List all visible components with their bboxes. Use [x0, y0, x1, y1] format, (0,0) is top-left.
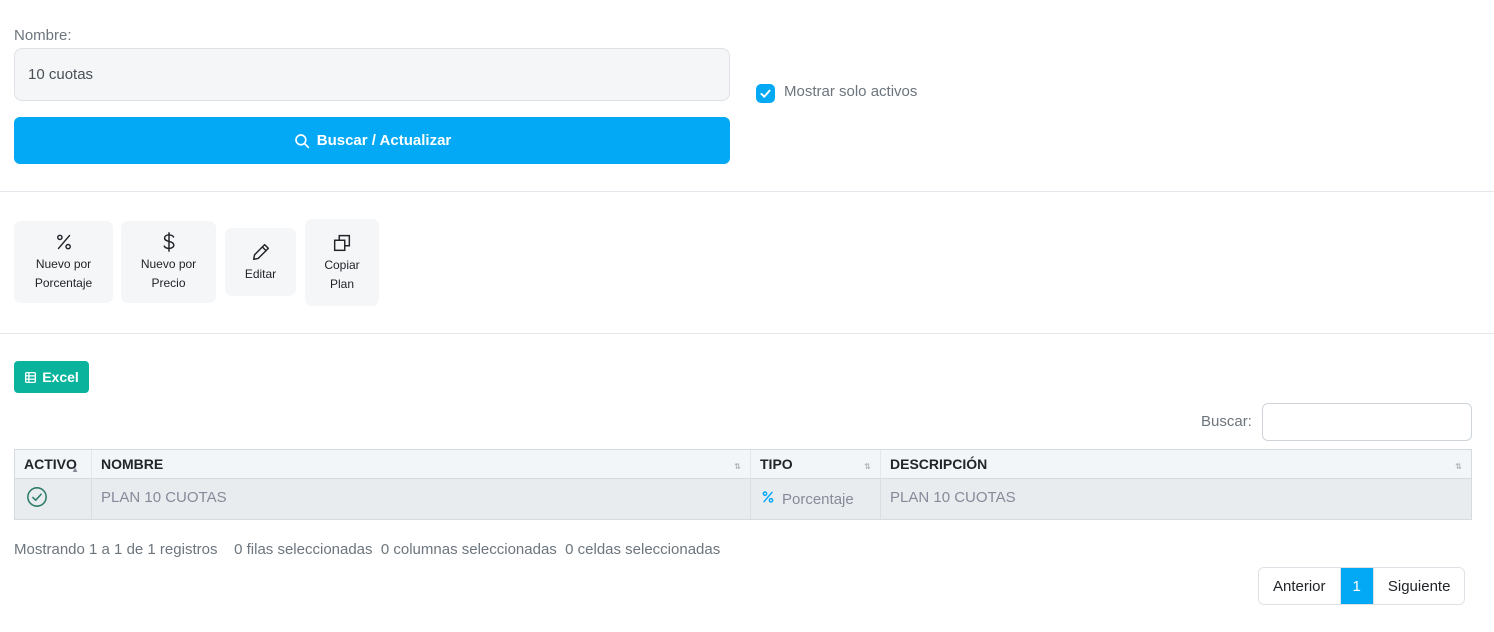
sort-icon: ⇅ [864, 462, 871, 471]
cell-nombre: PLAN 10 CUOTAS [92, 479, 751, 519]
table-search-label: Buscar: [1201, 413, 1252, 430]
buscar-actualizar-label: Buscar / Actualizar [316, 132, 452, 149]
buscar-actualizar-button[interactable]: Buscar / Actualizar [14, 117, 730, 164]
mostrar-solo-activos-toggle[interactable]: Mostrar solo activos [756, 80, 917, 103]
sort-icon: ⇅ [734, 462, 741, 471]
page-1-button[interactable]: 1 [1339, 568, 1373, 604]
cell-tipo: Porcentaje [751, 479, 881, 519]
action-label-line1: Nuevo por [35, 257, 92, 271]
sort-asc-icon: ▲ [71, 465, 79, 474]
cell-activo [15, 479, 92, 519]
solo-activos-label: Mostrar solo activos [784, 83, 918, 100]
percent-icon [762, 491, 774, 503]
excel-label: Excel [42, 369, 79, 385]
nombre-input[interactable] [14, 48, 730, 101]
solo-activos-checkbox[interactable] [756, 84, 775, 103]
planes-table: ACTIVO ▲ NOMBRE ⇅ TIPO ⇅ DESCRIPCIÓN ⇅ P… [14, 449, 1472, 520]
nuevo-por-precio-button[interactable]: Nuevo por Precio [121, 221, 216, 303]
search-icon [294, 133, 309, 148]
col-header-activo[interactable]: ACTIVO ▲ [15, 450, 92, 479]
check-circle-icon [27, 487, 47, 507]
pagination: Anterior 1 Siguiente [1258, 567, 1466, 605]
action-label-line2: Precio [151, 276, 186, 290]
col-header-label: TIPO [760, 456, 793, 472]
action-label-line2: Porcentaje [34, 276, 93, 290]
file-excel-icon [25, 371, 37, 383]
copy-icon [333, 234, 351, 251]
col-header-nombre[interactable]: NOMBRE ⇅ [92, 450, 751, 479]
col-header-descripcion[interactable]: DESCRIPCIÓN ⇅ [881, 450, 1471, 479]
prev-page-button[interactable]: Anterior [1259, 568, 1340, 604]
action-label-line1: Editar [244, 266, 277, 281]
action-label-line2: Plan [329, 276, 355, 291]
tipo-label: Porcentaje [782, 491, 854, 508]
table-row[interactable]: PLAN 10 CUOTAS Porcentaje PLAN 10 CUOTAS [15, 479, 1471, 519]
action-label-line1: Copiar [324, 257, 360, 272]
sort-icon: ⇅ [1455, 462, 1462, 471]
table-info-text: Mostrando 1 a 1 de 1 registros 0 filas s… [14, 541, 721, 558]
nombre-label: Nombre: [14, 27, 72, 44]
col-header-label: ACTIVO [24, 456, 77, 472]
pencil-icon [252, 243, 269, 260]
col-header-tipo[interactable]: TIPO ⇅ [751, 450, 881, 479]
col-header-label: NOMBRE [101, 456, 164, 472]
percent-icon [56, 234, 71, 250]
col-header-label: DESCRIPCIÓN [890, 456, 988, 472]
divider [0, 191, 1494, 192]
table-search-input[interactable] [1262, 403, 1472, 441]
dollar-icon [163, 232, 175, 252]
excel-export-button[interactable]: Excel [14, 361, 89, 393]
nuevo-por-porcentaje-button[interactable]: Nuevo por Porcentaje [14, 221, 113, 303]
copiar-plan-button[interactable]: Copiar Plan [305, 219, 379, 306]
table-header-row: ACTIVO ▲ NOMBRE ⇅ TIPO ⇅ DESCRIPCIÓN ⇅ [15, 450, 1471, 479]
cell-descripcion: PLAN 10 CUOTAS [881, 479, 1471, 519]
checkmark-icon [760, 89, 771, 98]
action-label-line1: Nuevo por [140, 257, 197, 271]
editar-button[interactable]: Editar [225, 228, 296, 296]
divider [0, 333, 1494, 334]
next-page-button[interactable]: Siguiente [1372, 568, 1465, 604]
